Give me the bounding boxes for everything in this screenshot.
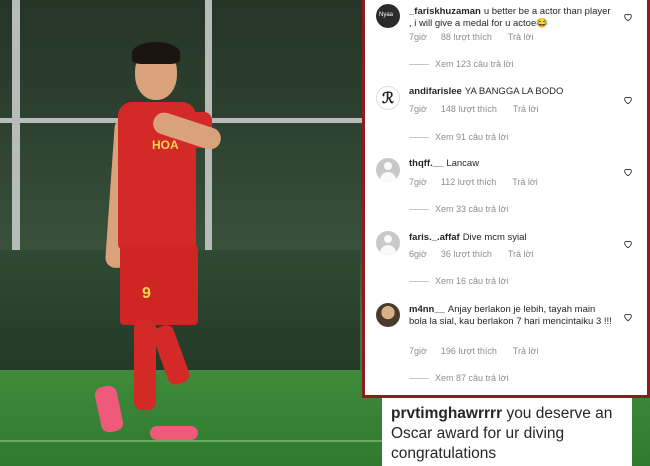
view-replies-label[interactable]: Xem 16 câu trả lời (435, 276, 508, 286)
like-heart-icon[interactable] (623, 167, 633, 177)
reply-button[interactable]: Trả lời (508, 249, 534, 259)
caption-username[interactable]: prvtimghawrrrr (391, 405, 502, 422)
like-heart-icon[interactable] (623, 239, 633, 249)
comment-time: 7giờ (409, 177, 427, 187)
view-replies-label[interactable]: Xem 123 câu trả lời (435, 59, 513, 69)
comment-time: 7giờ (409, 346, 427, 356)
reply-button[interactable]: Trả lời (513, 104, 539, 114)
comment-time: 7giờ (409, 104, 427, 114)
shirt-number: 9 (142, 285, 151, 302)
view-replies[interactable]: Xem 87 câu trả lời (409, 373, 508, 383)
comment-username[interactable]: faris._.affaf (409, 232, 460, 243)
replies-dash (409, 209, 429, 211)
comment-meta: 7giờ 148 lượt thích Trả lời (409, 104, 552, 114)
player-shorts (120, 245, 198, 325)
caption-text: prvtimghawrrrr you deserve an Oscar awar… (391, 404, 627, 464)
comment-text: andifarislee YA BANGGA LA BODO (409, 86, 613, 98)
comment-body: Dive mcm syial (462, 232, 527, 243)
caption-comment: prvtimghawrrrr you deserve an Oscar awar… (382, 398, 632, 466)
view-replies[interactable]: Xem 123 câu trả lời (409, 59, 513, 69)
view-replies-label[interactable]: Xem 33 câu trả lời (435, 204, 508, 214)
user-avatar[interactable] (376, 158, 400, 182)
comment-body: Lancaw (446, 158, 480, 169)
like-count[interactable]: 112 lượt thích (441, 177, 496, 187)
player-boot (150, 426, 198, 440)
comment-text: _fariskhuzaman u better be a actor than p… (409, 6, 613, 30)
comment-username[interactable]: andifarislee (409, 86, 462, 97)
view-replies[interactable]: Xem 16 câu trả lời (409, 276, 508, 286)
view-replies[interactable]: Xem 33 câu trả lời (409, 204, 508, 214)
comment-time: 6giờ (409, 249, 427, 259)
reply-button[interactable]: Trả lời (512, 177, 538, 187)
comment-time: 7giờ (409, 32, 427, 42)
comment-text: faris._.affaf Dive mcm syial (409, 232, 613, 244)
like-count[interactable]: 88 lượt thích (441, 32, 492, 42)
player-hair (132, 42, 180, 64)
player-leg (150, 323, 192, 387)
user-avatar[interactable] (376, 303, 400, 327)
player-boot (93, 384, 125, 434)
comment-username[interactable]: m4nn__ (409, 304, 445, 315)
comment-meta: 7giờ 88 lượt thích Trả lời (409, 32, 547, 42)
like-count[interactable]: 148 lượt thích (441, 104, 497, 114)
comment-meta: 7giờ 112 lượt thích Trả lời (409, 177, 552, 187)
view-replies-label[interactable]: Xem 91 câu trả lời (435, 132, 508, 142)
like-count[interactable]: 36 lượt thích (441, 249, 492, 259)
replies-dash (409, 137, 429, 139)
comment-text: m4nn__ Anjay berlakon je lebih, tayah mai… (409, 304, 613, 328)
shirt-logo: HOA (152, 138, 179, 152)
like-count[interactable]: 196 lượt thích (441, 346, 497, 356)
comment-meta: 6giờ 36 lượt thích Trả lời (409, 249, 547, 259)
footballer: HOA 9 (90, 40, 230, 450)
comment-text: thqff.__ Lancaw (409, 158, 613, 170)
like-heart-icon[interactable] (623, 95, 633, 105)
replies-dash (409, 281, 429, 283)
comment-username[interactable]: _fariskhuzaman (409, 6, 481, 17)
user-avatar[interactable]: ℛ (376, 86, 400, 110)
user-avatar[interactable]: Nyaa (376, 4, 400, 28)
comments-panel: Nyaa _fariskhuzaman u better be a actor t… (362, 0, 650, 398)
like-heart-icon[interactable] (623, 312, 633, 322)
replies-dash (409, 64, 429, 66)
like-heart-icon[interactable] (623, 12, 633, 22)
comment-meta: 7giờ 196 lượt thích Trả lời (409, 346, 552, 356)
view-replies[interactable]: Xem 91 câu trả lời (409, 132, 508, 142)
view-replies-label[interactable]: Xem 87 câu trả lời (435, 373, 508, 383)
comment-body: YA BANGGA LA BODO (464, 86, 564, 97)
user-avatar[interactable] (376, 231, 400, 255)
comment-username[interactable]: thqff.__ (409, 158, 443, 169)
reply-button[interactable]: Trả lời (513, 346, 539, 356)
replies-dash (409, 378, 429, 380)
reply-button[interactable]: Trả lời (508, 32, 534, 42)
